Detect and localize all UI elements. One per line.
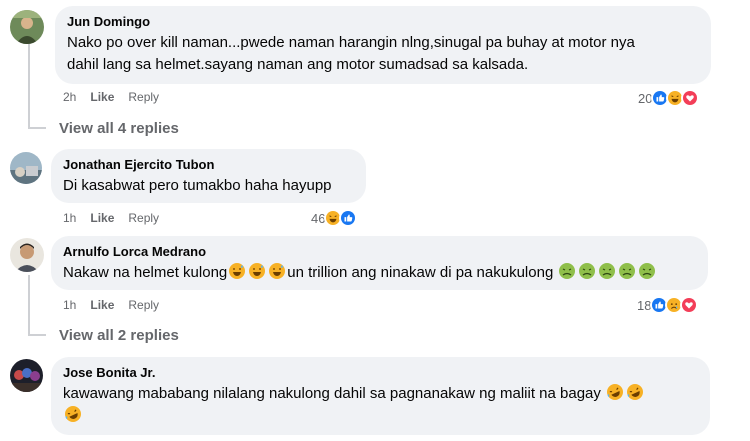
comment-text-part: Nakaw na helmet kulong	[63, 264, 228, 281]
nauseated-emoji	[638, 262, 656, 280]
comment-time[interactable]: 1h	[63, 298, 76, 312]
grin-sweat-emoji	[228, 262, 246, 280]
love-icon	[681, 89, 700, 107]
avatar[interactable]	[10, 238, 44, 272]
nauseated-emoji	[618, 262, 636, 280]
reaction-summary[interactable]: 18	[637, 296, 699, 314]
comment-emoji-line	[63, 405, 698, 427]
reaction-count: 20	[638, 90, 653, 106]
like-button[interactable]: Like	[90, 298, 114, 312]
thread-line	[28, 44, 30, 128]
like-button[interactable]: Like	[90, 90, 114, 104]
view-replies-link[interactable]: View all 4 replies	[59, 120, 179, 137]
reaction-count: 18	[637, 297, 652, 313]
love-icon	[680, 296, 699, 314]
nauseated-emoji	[558, 262, 576, 280]
grin-sweat-emoji	[248, 262, 266, 280]
nauseated-emoji	[578, 262, 596, 280]
comment-author[interactable]: Arnulfo Lorca Medrano	[63, 243, 696, 260]
comment-author[interactable]: Jose Bonita Jr.	[63, 364, 698, 381]
comment-text: Nakaw na helmet kulong un trillion ang ni…	[63, 262, 696, 284]
reaction-summary[interactable]: 20	[638, 89, 700, 107]
reply-button[interactable]: Reply	[128, 298, 159, 312]
avatar[interactable]	[10, 152, 42, 184]
thread-line-curve	[28, 127, 46, 129]
thread-line-curve	[28, 334, 46, 336]
comment-bubble: Arnulfo Lorca Medrano Nakaw na helmet ku…	[51, 236, 708, 290]
comment-text: Nako po over kill naman...pwede naman ha…	[67, 34, 635, 51]
comment-text: kawawang mababang nilalang nakulong dahi…	[63, 383, 698, 405]
comment-author[interactable]: Jun Domingo	[67, 13, 699, 30]
rofl-emoji	[64, 405, 82, 423]
comment-text-part: un trillion ang ninakaw di pa nakukulong	[287, 264, 554, 281]
reaction-summary[interactable]: 46	[311, 209, 358, 227]
comment-author[interactable]: Jonathan Ejercito Tubon	[63, 156, 354, 173]
comment-text: dahil lang sa helmet.sayang naman ang mo…	[67, 56, 529, 73]
comment-bubble: Jose Bonita Jr. kawawang mababang nilala…	[51, 357, 710, 435]
avatar[interactable]	[10, 359, 43, 392]
comment-bubble: Jonathan Ejercito Tubon Di kasabwat pero…	[51, 149, 366, 203]
reply-button[interactable]: Reply	[128, 211, 159, 225]
comment-time[interactable]: 2h	[63, 90, 76, 104]
nauseated-emoji	[598, 262, 616, 280]
reply-button[interactable]: Reply	[128, 90, 159, 104]
comment-text-part: kawawang mababang nilalang nakulong dahi…	[63, 385, 601, 402]
comment-time[interactable]: 1h	[63, 211, 76, 225]
thread-line	[28, 275, 30, 335]
rofl-emoji	[626, 383, 644, 401]
like-icon	[339, 209, 358, 227]
rofl-emoji	[606, 383, 624, 401]
avatar[interactable]	[10, 10, 44, 44]
view-replies-link[interactable]: View all 2 replies	[59, 327, 179, 344]
grin-sweat-emoji	[268, 262, 286, 280]
comment-actions: 1h Like Reply	[63, 211, 159, 225]
comment-bubble: Jun Domingo Nako po over kill naman...pw…	[55, 6, 711, 84]
comment-text: Di kasabwat pero tumakbo haha hayupp	[63, 177, 332, 194]
like-button[interactable]: Like	[90, 211, 114, 225]
comment-actions: 2h Like Reply	[63, 90, 159, 104]
comment-actions: 1h Like Reply	[63, 298, 159, 312]
reaction-count: 46	[311, 210, 326, 226]
